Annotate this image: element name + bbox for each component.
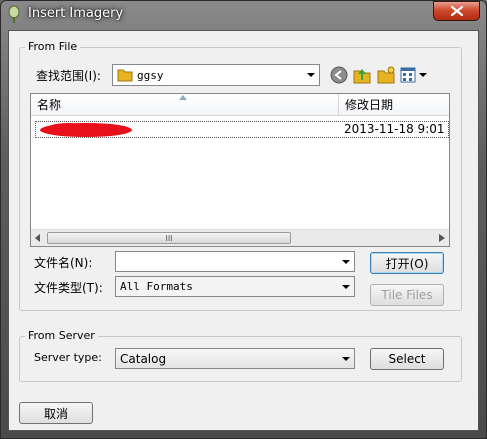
- file-name-input[interactable]: [115, 251, 355, 272]
- file-type-label: 文件类型(T):: [34, 281, 103, 295]
- back-icon[interactable]: [330, 66, 348, 84]
- window-title: Insert Imagery: [28, 6, 124, 21]
- chevron-down-icon: [419, 73, 427, 77]
- scroll-left-icon[interactable]: [35, 234, 41, 242]
- tile-files-label: Tile Files: [381, 288, 433, 302]
- column-date-label: 修改日期: [345, 98, 394, 112]
- cancel-button[interactable]: 取消: [19, 402, 93, 424]
- server-type-label: Server type:: [34, 351, 102, 364]
- cancel-button-label: 取消: [43, 406, 68, 421]
- chevron-down-icon[interactable]: [338, 349, 354, 368]
- folder-icon: [117, 69, 133, 82]
- look-in-combo[interactable]: ggsy: [112, 64, 320, 86]
- server-type-select[interactable]: Catalog: [115, 348, 355, 369]
- view-menu-button[interactable]: [400, 66, 428, 84]
- from-file-label: From File: [25, 40, 81, 53]
- close-button[interactable]: [433, 1, 480, 21]
- file-type-select[interactable]: All Formats: [115, 276, 355, 297]
- select-button-label: Select: [388, 352, 426, 366]
- scroll-grip: III: [165, 233, 173, 243]
- file-name-label: 文件名(N):: [34, 256, 93, 270]
- column-header-date[interactable]: 修改日期: [338, 94, 449, 116]
- horizontal-scrollbar[interactable]: III: [31, 229, 449, 246]
- table-row[interactable]: 2013-11-18 9:01: [35, 121, 449, 138]
- look-in-value: ggsy: [137, 68, 164, 82]
- server-type-value: Catalog: [120, 351, 167, 366]
- open-button[interactable]: 打开(O): [370, 252, 444, 274]
- scroll-thumb[interactable]: III: [47, 232, 291, 244]
- look-in-label: 查找范围(I):: [36, 69, 101, 83]
- view-icon: [400, 67, 416, 83]
- column-name-label: 名称: [37, 98, 62, 112]
- scroll-right-icon[interactable]: [439, 234, 445, 242]
- app-icon: [8, 5, 20, 23]
- file-list[interactable]: 名称 修改日期 2013-11-18 9:01 III: [30, 93, 450, 247]
- tile-files-button[interactable]: Tile Files: [370, 284, 444, 306]
- redaction-mark: [40, 123, 132, 137]
- sort-asc-icon: [179, 95, 187, 100]
- open-button-label: 打开(O): [385, 256, 429, 271]
- chevron-down-icon[interactable]: [338, 277, 354, 296]
- up-folder-icon[interactable]: [352, 65, 372, 85]
- file-type-value: All Formats: [120, 280, 193, 293]
- new-folder-icon[interactable]: [376, 65, 396, 85]
- close-icon: [450, 6, 463, 16]
- file-date-cell: 2013-11-18 9:01: [344, 122, 445, 136]
- chevron-down-icon[interactable]: [338, 252, 354, 271]
- chevron-down-icon[interactable]: [303, 65, 319, 85]
- select-button[interactable]: Select: [370, 348, 444, 370]
- from-server-label: From Server: [25, 329, 98, 342]
